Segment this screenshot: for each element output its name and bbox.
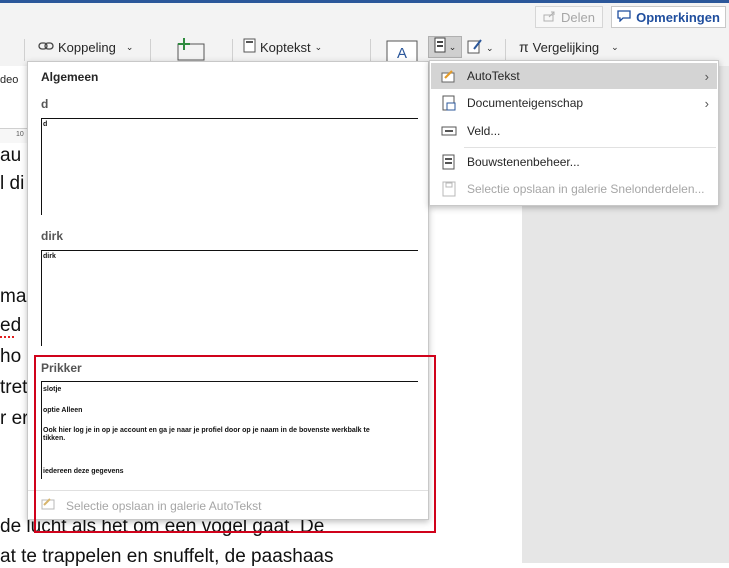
entry-preview-text: d bbox=[43, 121, 48, 128]
document-property-icon bbox=[441, 95, 457, 111]
field-icon bbox=[441, 123, 457, 139]
ribbon-separator bbox=[24, 39, 25, 61]
document-line: at te trappelen en snuffelt, de paashaas bbox=[0, 546, 334, 567]
document-line: r er bbox=[0, 408, 29, 429]
highlight-box bbox=[34, 355, 436, 533]
quick-parts-menu: AutoTekst › Documenteigenschap › Veld...… bbox=[429, 60, 719, 206]
menu-item-label: Veld... bbox=[467, 124, 501, 138]
chevron-down-icon: ⌄ bbox=[448, 41, 457, 52]
spelling-underline bbox=[0, 334, 14, 338]
document-line: ma bbox=[0, 286, 27, 307]
menu-item-save-selection[interactable]: Selectie opslaan in galerie Snelonderdel… bbox=[431, 176, 717, 202]
menu-item-label: Documenteigenschap bbox=[467, 96, 584, 110]
gallery-entry-dirk[interactable]: dirk bbox=[41, 250, 418, 346]
ruler-mark: 10 bbox=[16, 131, 24, 138]
chevron-down-icon: ⌄ bbox=[486, 43, 494, 53]
gallery-header: Algemeen bbox=[41, 70, 99, 84]
gallery-entry-d[interactable]: d bbox=[41, 118, 418, 215]
menu-separator bbox=[464, 147, 716, 148]
document-line: au bbox=[0, 145, 22, 166]
ribbon-separator bbox=[232, 39, 233, 61]
menu-item-building-blocks[interactable]: Bouwstenenbeheer... bbox=[431, 149, 717, 175]
document-line: ho bbox=[0, 346, 22, 367]
link-label: Koppeling bbox=[58, 39, 116, 55]
quick-parts-icon bbox=[434, 37, 446, 58]
entry-preview-text: dirk bbox=[43, 253, 56, 260]
chevron-down-icon: ⌄ bbox=[125, 41, 134, 52]
header-label: Koptekst bbox=[260, 39, 311, 55]
menu-item-label: AutoTekst bbox=[467, 69, 520, 83]
menu-item-autotext[interactable]: AutoTekst › bbox=[431, 63, 717, 89]
share-button[interactable]: Delen bbox=[535, 6, 603, 28]
equation-button[interactable]: π Vergelijking ⌄ bbox=[519, 39, 619, 55]
quick-parts-button[interactable]: ⌄ bbox=[428, 36, 462, 58]
chevron-down-icon: ⌄ bbox=[314, 41, 323, 52]
chevron-right-icon: › bbox=[704, 68, 709, 84]
document-line: l di bbox=[0, 173, 25, 194]
header-icon bbox=[243, 38, 256, 56]
share-label: Delen bbox=[561, 9, 595, 25]
share-icon bbox=[543, 10, 556, 25]
pi-icon: π bbox=[519, 39, 529, 55]
chevron-right-icon: › bbox=[704, 95, 709, 111]
chevron-down-icon: ⌄ bbox=[611, 41, 619, 52]
signature-line-button[interactable]: ⌄ bbox=[467, 38, 494, 59]
building-blocks-icon bbox=[441, 154, 457, 170]
menu-item-label: Bouwstenenbeheer... bbox=[467, 155, 580, 169]
menu-item-field[interactable]: Veld... bbox=[431, 118, 717, 144]
equation-label: Vergelijking bbox=[532, 39, 600, 55]
header-button[interactable]: Koptekst ⌄ bbox=[243, 38, 323, 56]
gallery-entry-title: d bbox=[41, 97, 49, 111]
menu-item-document-property[interactable]: Documenteigenschap › bbox=[431, 90, 717, 116]
document-line: tret bbox=[0, 377, 28, 398]
comments-label: Opmerkingen bbox=[636, 9, 720, 25]
ribbon-clipped-label: deo bbox=[0, 74, 19, 86]
signature-icon bbox=[467, 38, 483, 59]
comments-button[interactable]: Opmerkingen bbox=[611, 6, 726, 28]
link-icon bbox=[38, 40, 54, 55]
ribbon-separator bbox=[150, 39, 151, 61]
link-button[interactable]: Koppeling ⌄ bbox=[38, 39, 133, 55]
save-selection-icon bbox=[441, 181, 457, 197]
accent-line bbox=[0, 0, 729, 3]
autotext-icon bbox=[441, 68, 457, 84]
comment-icon bbox=[617, 9, 631, 25]
ribbon-separator bbox=[505, 39, 506, 61]
menu-item-label: Selectie opslaan in galerie Snelonderdel… bbox=[467, 182, 705, 196]
svg-text:A: A bbox=[397, 45, 407, 62]
gallery-entry-title: dirk bbox=[41, 229, 64, 243]
ribbon-separator bbox=[370, 39, 371, 61]
